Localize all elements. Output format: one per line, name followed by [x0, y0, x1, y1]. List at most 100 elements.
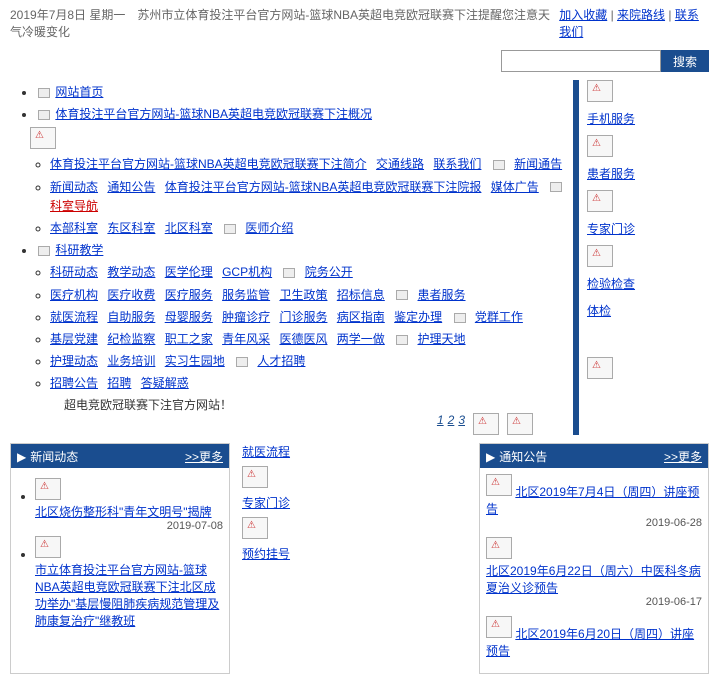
news-subrow: 新闻动态 通知公告 体育投注平台官方网站-篮球NBA英超电竞欧冠联赛下注院报 媒… [50, 178, 573, 216]
search-input[interactable] [501, 50, 661, 72]
more-link[interactable]: >>更多 [185, 448, 223, 465]
link[interactable]: 业务培训 [107, 354, 155, 368]
route-link[interactable]: 来院路线 [617, 8, 665, 22]
side-link[interactable]: 患者服务 [587, 165, 709, 182]
link[interactable]: 人才招聘 [257, 354, 305, 368]
notice-date: 2019-06-28 [486, 517, 702, 529]
link[interactable]: 病区指南 [337, 310, 385, 324]
link[interactable]: 党群工作 [475, 310, 523, 324]
notice-item[interactable]: 北区2019年6月22日（周六）中医科冬病夏治义诊预告 [486, 564, 701, 595]
link[interactable]: 患者服务 [418, 288, 466, 302]
link[interactable]: 护理天地 [418, 332, 466, 346]
link[interactable]: 科室导航 [50, 199, 98, 213]
nav-list: 网站首页 体育投注平台官方网站-篮球NBA英超电竞欧冠联赛下注概况 体育投注平台… [10, 80, 573, 435]
broken-image [242, 517, 268, 539]
mid-link[interactable]: 就医流程 [242, 443, 322, 460]
news-item[interactable]: 北区烧伤整形科"青年文明号"揭牌 [35, 505, 212, 519]
link[interactable]: 新闻通告 [514, 157, 562, 171]
link[interactable]: 医疗机构 [50, 288, 98, 302]
nav-about[interactable]: 体育投注平台官方网站-篮球NBA英超电竞欧冠联赛下注概况 [55, 107, 372, 121]
link[interactable]: 鉴定办理 [394, 310, 442, 324]
broken-icon [550, 182, 562, 192]
link[interactable]: 答疑解惑 [141, 376, 189, 390]
link[interactable]: 医学伦理 [165, 265, 213, 279]
link[interactable]: 自助服务 [107, 310, 155, 324]
link[interactable]: 招聘公告 [50, 376, 98, 390]
triangle-icon: ▶ [486, 450, 495, 464]
mid-link[interactable]: 专家门诊 [242, 494, 322, 511]
side-link[interactable]: 体检 [587, 302, 709, 319]
notice-item[interactable]: 北区2019年7月4日（周四）讲座预告 [486, 485, 699, 516]
link[interactable]: 医疗收费 [107, 288, 155, 302]
broken-icon [38, 110, 50, 120]
link[interactable]: 卫生政策 [279, 288, 327, 302]
link[interactable]: 就医流程 [50, 310, 98, 324]
link[interactable]: 媒体广告 [491, 180, 539, 194]
mid-link[interactable]: 预约挂号 [242, 545, 322, 562]
link[interactable]: 联系我们 [433, 157, 481, 171]
broken-image [507, 413, 533, 435]
broken-icon [224, 224, 236, 234]
side-link[interactable]: 专家门诊 [587, 220, 709, 237]
link[interactable]: 医疗服务 [165, 288, 213, 302]
link[interactable]: 青年风采 [222, 332, 270, 346]
link[interactable]: 实习生园地 [165, 354, 225, 368]
panel-title: 通知公告 [499, 450, 547, 464]
link[interactable]: 招聘 [107, 376, 131, 390]
broken-image [587, 190, 613, 212]
link[interactable]: 纪检监察 [107, 332, 155, 346]
link[interactable]: 基层党建 [50, 332, 98, 346]
nav-edu[interactable]: 科研教学 [55, 243, 103, 257]
panel-title: 新闻动态 [30, 450, 78, 464]
news-item[interactable]: 市立体育投注平台官方网站-篮球NBA英超电竞欧冠联赛下注北区成功举办"基层慢阻肺… [35, 563, 219, 628]
link[interactable]: 教学动态 [107, 265, 155, 279]
link[interactable]: 职工之家 [165, 332, 213, 346]
search-button[interactable]: 搜索 [661, 50, 709, 72]
site-note: 超电竞欧冠联赛下注官方网站！ [10, 396, 573, 413]
link[interactable]: 两学一做 [337, 332, 385, 346]
side-link[interactable]: 检验检查 [587, 275, 709, 292]
page-1[interactable]: 1 [437, 413, 444, 427]
link[interactable]: 招标信息 [337, 288, 385, 302]
link[interactable]: 本部科室 [50, 221, 98, 235]
broken-icon [38, 246, 50, 256]
link[interactable]: 体育投注平台官方网站-篮球NBA英超电竞欧冠联赛下注院报 [165, 180, 482, 194]
link[interactable]: 肿瘤诊疗 [222, 310, 270, 324]
pager: 1 2 3 [437, 413, 465, 427]
broken-image [35, 478, 61, 500]
page-3[interactable]: 3 [458, 413, 465, 427]
broken-icon [236, 357, 248, 367]
top-links: 加入收藏 | 来院路线 | 联系我们 [559, 6, 709, 40]
link[interactable]: 北区科室 [165, 221, 213, 235]
favorite-link[interactable]: 加入收藏 [559, 8, 607, 22]
link[interactable]: 东区科室 [107, 221, 155, 235]
nav-home[interactable]: 网站首页 [55, 85, 103, 99]
link[interactable]: 新闻动态 [50, 180, 98, 194]
side-link[interactable]: 手机服务 [587, 110, 709, 127]
link[interactable]: 体育投注平台官方网站-篮球NBA英超电竞欧冠联赛下注简介 [50, 157, 367, 171]
broken-icon [396, 290, 408, 300]
link[interactable]: 服务监管 [222, 288, 270, 302]
side-quick-links: 手机服务 患者服务 专家门诊 检验检查 体检 [579, 80, 709, 435]
panel-mid-links: 就医流程 专家门诊 预约挂号 [242, 443, 322, 674]
link[interactable]: 医师介绍 [245, 221, 293, 235]
date-tip: 2019年7月8日 星期一 苏州市立体育投注平台官方网站-篮球NBA英超电竞欧冠… [10, 6, 559, 40]
lower-panels: ▶ 新闻动态 >>更多 北区烧伤整形科"青年文明号"揭牌 2019-07-08 市… [0, 435, 719, 682]
link[interactable]: 科研动态 [50, 265, 98, 279]
link[interactable]: 院务公开 [305, 265, 353, 279]
broken-icon [454, 313, 466, 323]
dept-subrow: 本部科室 东区科室 北区科室 医师介绍 [50, 219, 573, 238]
link[interactable]: GCP机构 [222, 265, 272, 279]
page-2[interactable]: 2 [448, 413, 455, 427]
link[interactable]: 母婴服务 [165, 310, 213, 324]
broken-icon [38, 88, 50, 98]
broken-image [486, 537, 512, 559]
notice-item[interactable]: 北区2019年6月20日（周四）讲座预告 [486, 627, 694, 658]
link[interactable]: 医德医风 [279, 332, 327, 346]
link[interactable]: 通知公告 [107, 180, 155, 194]
link[interactable]: 门诊服务 [279, 310, 327, 324]
link[interactable]: 护理动态 [50, 354, 98, 368]
link[interactable]: 交通线路 [376, 157, 424, 171]
news-date: 2019-07-08 [35, 520, 223, 532]
more-link[interactable]: >>更多 [664, 448, 702, 465]
